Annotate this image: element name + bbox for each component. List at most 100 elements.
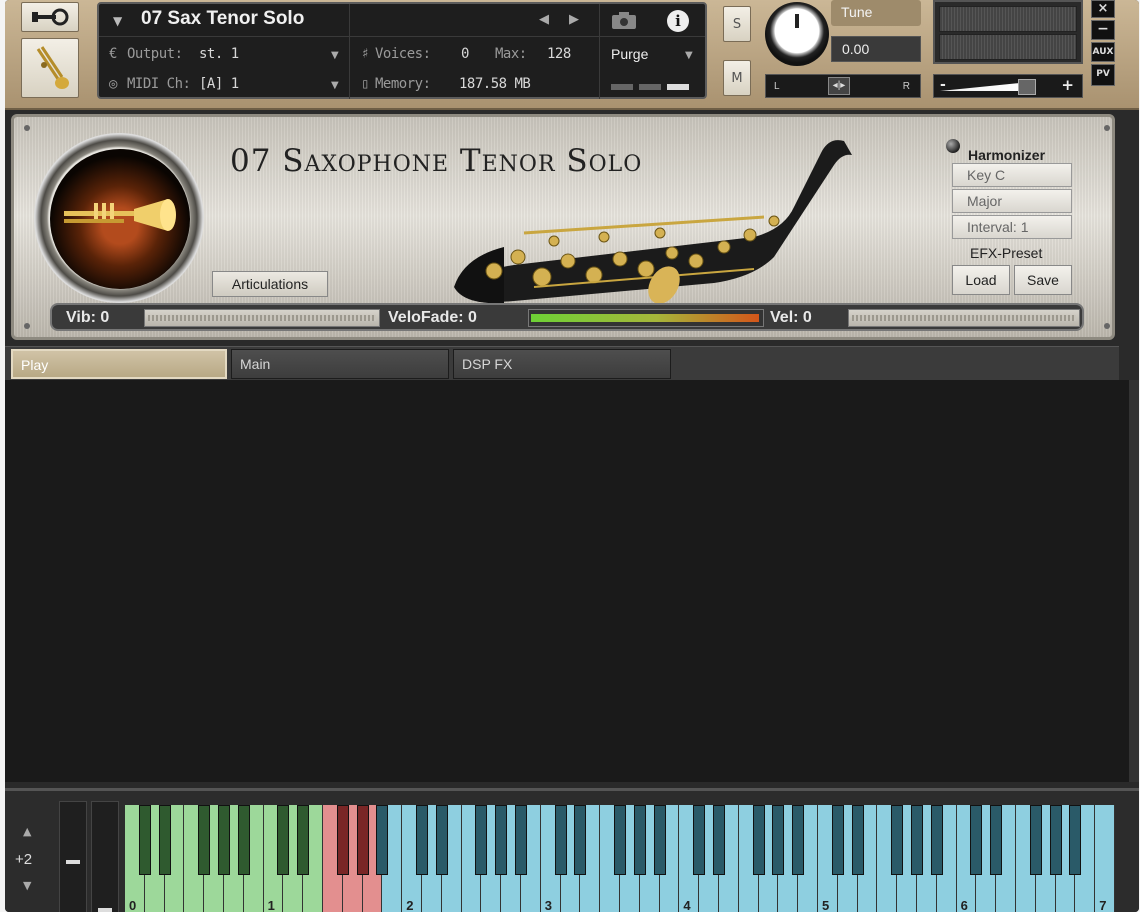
black-key[interactable] bbox=[336, 805, 349, 875]
output-value[interactable]: st. 1 bbox=[199, 46, 239, 62]
output-dropdown-icon[interactable]: ▼ bbox=[331, 50, 339, 61]
mute-button[interactable]: M bbox=[723, 60, 751, 96]
black-key[interactable] bbox=[554, 805, 567, 875]
instrument-icon-button[interactable] bbox=[21, 38, 79, 98]
black-key[interactable] bbox=[1069, 805, 1082, 875]
octave-number-label: 7 bbox=[1099, 898, 1107, 912]
harmonizer-toggle[interactable] bbox=[946, 139, 960, 153]
max-voices-value[interactable]: 128 bbox=[547, 46, 571, 62]
tune-label: Tune bbox=[831, 0, 921, 26]
octave-shift-value: +2 bbox=[15, 851, 33, 868]
black-key[interactable] bbox=[475, 805, 488, 875]
tune-knob[interactable] bbox=[765, 2, 829, 66]
black-key[interactable] bbox=[693, 805, 706, 875]
pv-button[interactable]: PV bbox=[1091, 64, 1115, 86]
black-key[interactable] bbox=[515, 805, 527, 875]
purge-indicator bbox=[639, 84, 661, 90]
black-key[interactable] bbox=[911, 805, 923, 875]
volume-slider[interactable]: - + bbox=[933, 74, 1083, 98]
harmonizer-scale-selector[interactable]: Major bbox=[952, 189, 1072, 213]
black-key[interactable] bbox=[218, 805, 230, 875]
black-key[interactable] bbox=[416, 805, 428, 875]
aux-button[interactable]: AUX bbox=[1091, 42, 1115, 62]
black-key[interactable] bbox=[1049, 805, 1062, 875]
voices-value: 0 bbox=[461, 46, 469, 62]
efx-save-button[interactable]: Save bbox=[1014, 265, 1072, 295]
black-key[interactable] bbox=[752, 805, 765, 875]
black-key[interactable] bbox=[495, 805, 508, 875]
black-key[interactable] bbox=[831, 805, 844, 875]
black-key[interactable] bbox=[633, 805, 646, 875]
black-key[interactable] bbox=[891, 805, 904, 875]
pan-slider[interactable]: L ◂|▸ R bbox=[765, 74, 921, 98]
name-dropdown-icon[interactable]: ▼ bbox=[113, 14, 122, 28]
tab-bar: Play Main DSP FX bbox=[5, 346, 1119, 380]
black-key[interactable] bbox=[277, 805, 290, 875]
black-key[interactable] bbox=[851, 805, 864, 875]
info-icon[interactable]: i bbox=[667, 10, 689, 32]
purge-dropdown[interactable]: Purge bbox=[611, 46, 648, 62]
velofade-slider[interactable] bbox=[528, 309, 764, 327]
tab-dsp-fx[interactable]: DSP FX bbox=[453, 349, 671, 379]
harmonizer-interval-selector[interactable]: Interval: 1 bbox=[952, 215, 1072, 239]
black-key[interactable] bbox=[435, 805, 448, 875]
next-instrument-icon[interactable]: ▶ bbox=[569, 12, 579, 27]
black-key[interactable] bbox=[614, 805, 626, 875]
memory-label: Memory: bbox=[375, 76, 431, 92]
efx-load-button[interactable]: Load bbox=[952, 265, 1010, 295]
octave-up-icon[interactable]: ▲ bbox=[23, 825, 31, 838]
tab-play[interactable]: Play bbox=[11, 349, 227, 379]
octave-number-label: 3 bbox=[544, 898, 553, 912]
pan-right-label: R bbox=[902, 81, 910, 92]
minimize-button[interactable]: − bbox=[1091, 20, 1115, 40]
purge-dropdown-icon[interactable]: ▼ bbox=[685, 50, 693, 61]
midi-channel-value[interactable]: [A] 1 bbox=[199, 76, 239, 92]
black-key[interactable] bbox=[792, 805, 805, 875]
black-key[interactable] bbox=[653, 805, 666, 875]
black-key[interactable] bbox=[990, 805, 1003, 875]
solo-button[interactable]: S bbox=[723, 6, 751, 42]
midi-channel-label: MIDI Ch: bbox=[127, 76, 191, 92]
black-key[interactable] bbox=[1029, 805, 1042, 875]
tune-value-field[interactable]: 0.00 bbox=[831, 36, 921, 62]
tab-main[interactable]: Main bbox=[231, 349, 449, 379]
black-key[interactable] bbox=[237, 805, 250, 875]
mod-wheel[interactable] bbox=[91, 801, 119, 912]
white-key[interactable] bbox=[1095, 805, 1115, 912]
velofade-label: VeloFade: 0 bbox=[388, 309, 477, 326]
instrument-name[interactable]: 07 Sax Tenor Solo bbox=[141, 8, 304, 30]
prev-instrument-icon[interactable]: ◀ bbox=[539, 12, 549, 27]
volume-fill bbox=[940, 83, 1020, 91]
camera-icon[interactable] bbox=[611, 10, 637, 30]
black-key[interactable] bbox=[574, 805, 587, 875]
memory-icon: ▯ bbox=[361, 76, 369, 92]
black-key[interactable] bbox=[772, 805, 785, 875]
articulations-button[interactable]: Articulations bbox=[212, 271, 328, 297]
octave-down-icon[interactable]: ▼ bbox=[23, 879, 31, 892]
black-key[interactable] bbox=[930, 805, 943, 875]
close-button[interactable]: × bbox=[1091, 0, 1115, 18]
pan-handle[interactable]: ◂|▸ bbox=[828, 77, 850, 95]
black-key[interactable] bbox=[138, 805, 151, 875]
vibrato-label: Vib: 0 bbox=[66, 309, 110, 326]
black-key[interactable] bbox=[376, 805, 389, 875]
vibrato-slider[interactable] bbox=[144, 309, 380, 327]
volume-handle[interactable] bbox=[1018, 79, 1036, 95]
vertical-scrollbar[interactable] bbox=[1129, 380, 1139, 782]
black-key[interactable] bbox=[297, 805, 310, 875]
pitch-bend-wheel[interactable] bbox=[59, 801, 87, 912]
instrument-header: ▼ 07 Sax Tenor Solo ◀ ▶ i € Output: st. … bbox=[5, 0, 1139, 110]
wrench-edit-button[interactable] bbox=[21, 2, 79, 32]
efx-preset-label: EFX-Preset bbox=[970, 245, 1043, 261]
piano-keyboard[interactable]: 0 1 2 3 4 5 6 7 bbox=[125, 805, 1115, 912]
harmonizer-key-selector[interactable]: Key C bbox=[952, 163, 1072, 187]
velocity-slider[interactable] bbox=[848, 309, 1080, 327]
black-key[interactable] bbox=[158, 805, 171, 875]
black-key[interactable] bbox=[356, 805, 369, 875]
black-key[interactable] bbox=[970, 805, 983, 875]
max-voices-label: Max: bbox=[495, 46, 527, 62]
black-key[interactable] bbox=[713, 805, 725, 875]
midi-dropdown-icon[interactable]: ▼ bbox=[331, 80, 339, 91]
trumpet-icon bbox=[64, 199, 176, 231]
black-key[interactable] bbox=[198, 805, 211, 875]
